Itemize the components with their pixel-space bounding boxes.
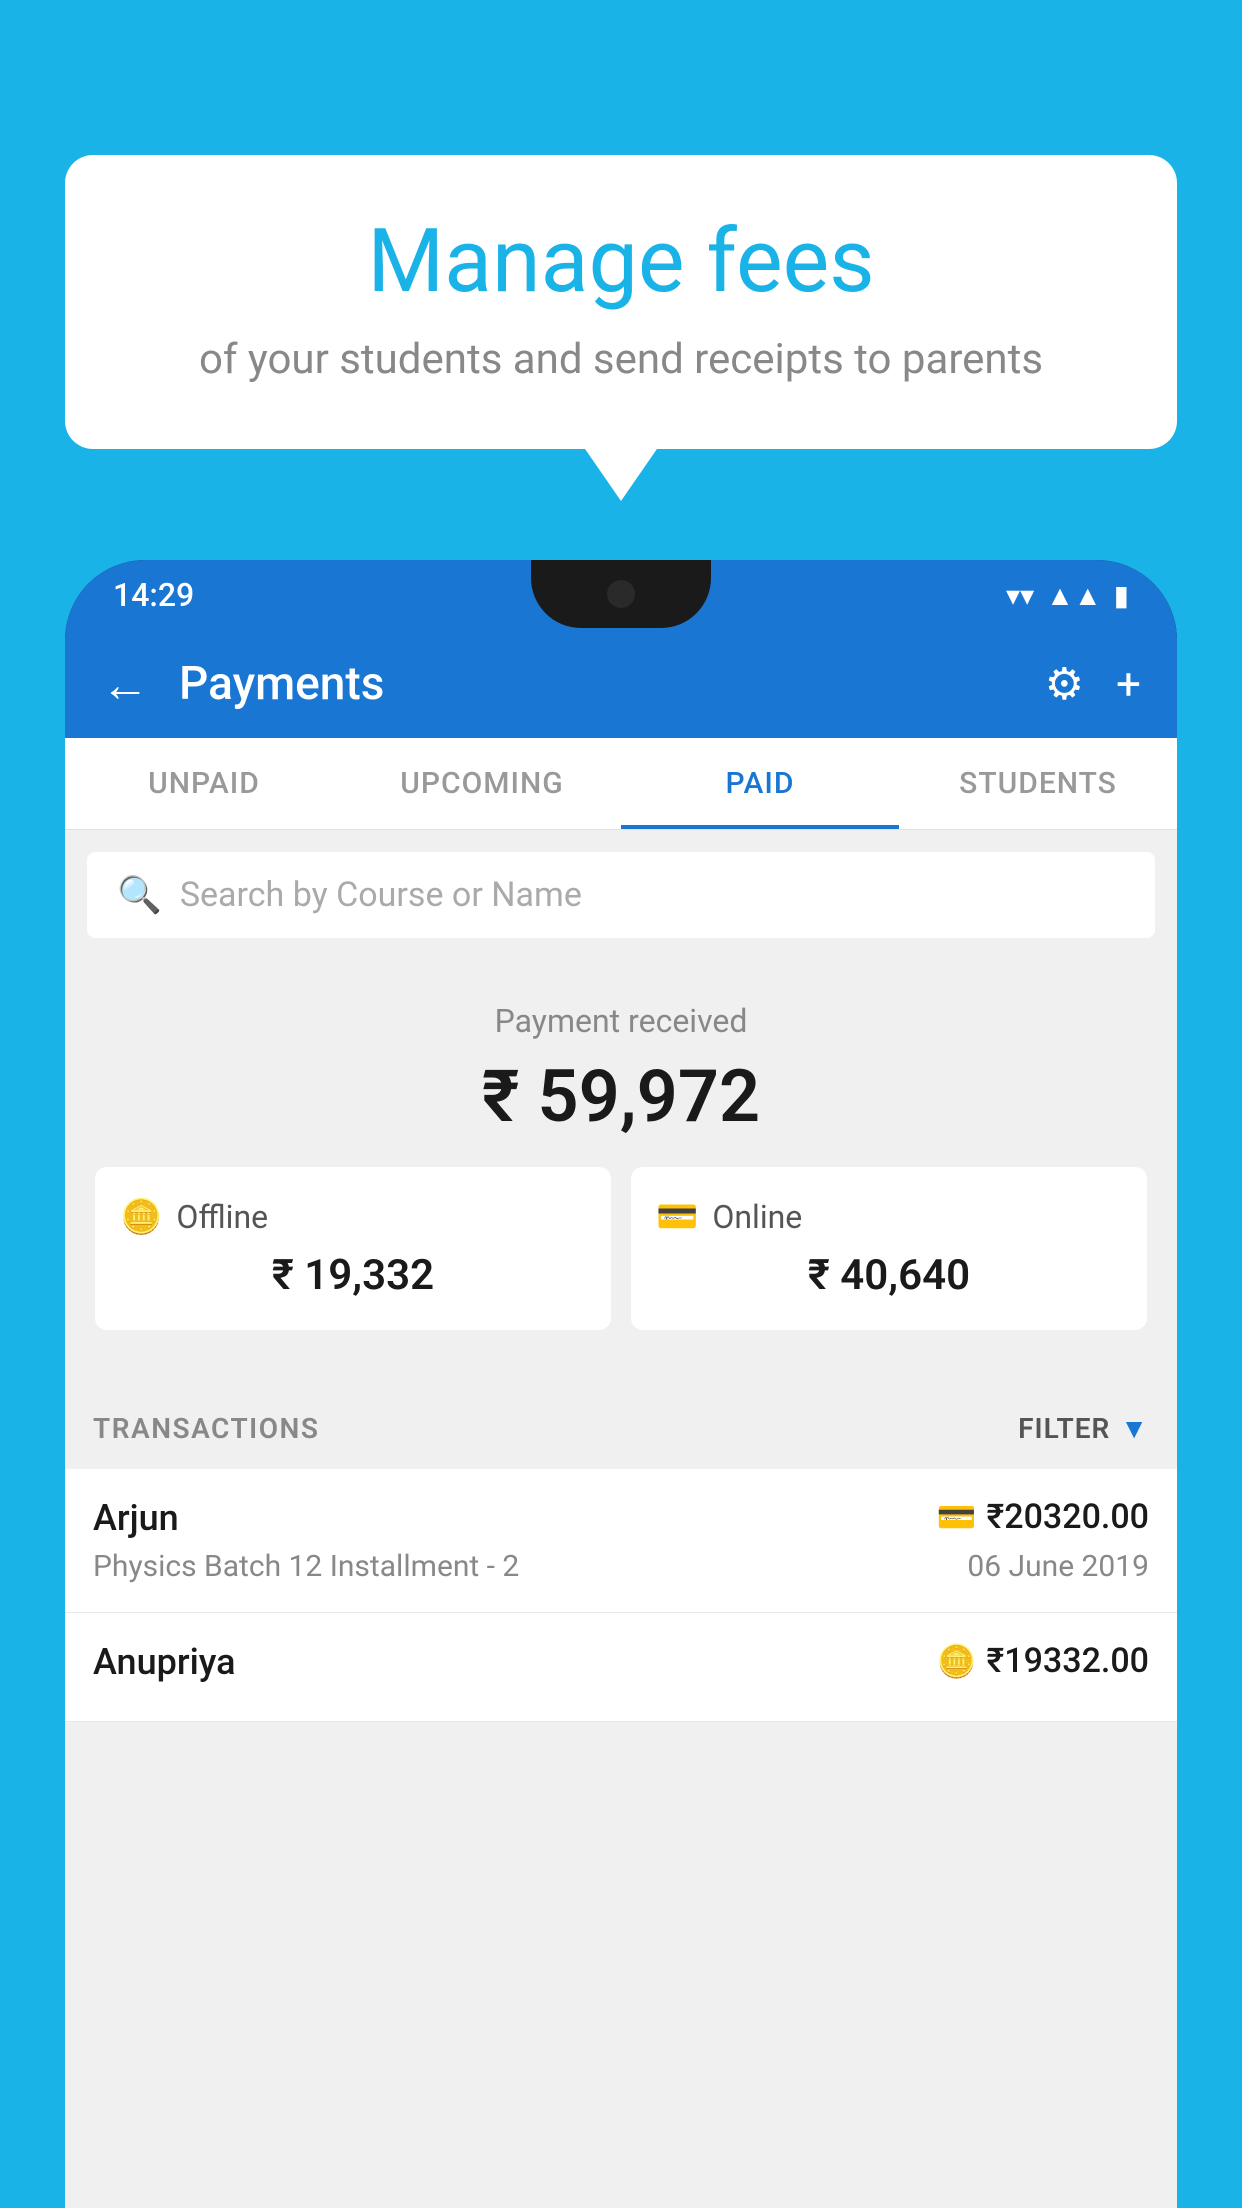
search-placeholder: Search by Course or Name (180, 875, 582, 915)
tab-paid[interactable]: PAID (621, 738, 899, 829)
transaction-amount-1: 💳 ₹20320.00 (937, 1497, 1149, 1537)
transaction-amount-2: 🪙 ₹19332.00 (937, 1641, 1149, 1681)
speech-bubble-container: Manage fees of your students and send re… (65, 155, 1177, 449)
signal-icon: ▲▲ (1046, 579, 1101, 612)
payment-type-icon-2: 🪙 (937, 1642, 977, 1680)
wifi-icon: ▾▾ (1006, 579, 1034, 612)
transaction-details-1: Physics Batch 12 Installment - 2 06 June… (93, 1549, 1149, 1584)
transaction-course-1: Physics Batch 12 Installment - 2 (93, 1549, 519, 1584)
tab-upcoming[interactable]: UPCOMING (343, 738, 621, 829)
offline-amount: ₹ 19,332 (120, 1251, 586, 1300)
settings-icon[interactable]: ⚙ (1045, 658, 1084, 710)
payment-summary: Payment received ₹ 59,972 🪙 Offline ₹ 19… (65, 960, 1177, 1388)
manage-fees-title: Manage fees (125, 210, 1117, 313)
phone-mockup: 14:29 ▾▾ ▲▲ ▮ ← Payments ⚙ + UNPAID UPCO… (65, 560, 1177, 2208)
phone-body: 14:29 ▾▾ ▲▲ ▮ ← Payments ⚙ + UNPAID UPCO… (65, 560, 1177, 2208)
tab-bar: UNPAID UPCOMING PAID STUDENTS (65, 738, 1177, 830)
screen-content: 🔍 Search by Course or Name Payment recei… (65, 830, 1177, 2208)
offline-label: Offline (176, 1198, 268, 1236)
transaction-row-2: Anupriya 🪙 ₹19332.00 (93, 1641, 1149, 1693)
payment-total-amount: ₹ 59,972 (95, 1054, 1147, 1139)
transaction-amount-value-1: ₹20320.00 (987, 1497, 1149, 1537)
transaction-amount-value-2: ₹19332.00 (987, 1641, 1149, 1681)
transaction-item-anupriya[interactable]: Anupriya 🪙 ₹19332.00 (65, 1613, 1177, 1722)
app-bar-title: Payments (179, 657, 1015, 711)
online-card: 💳 Online ₹ 40,640 (631, 1167, 1147, 1330)
offline-card: 🪙 Offline ₹ 19,332 (95, 1167, 611, 1330)
offline-icon: 🪙 (120, 1197, 162, 1237)
filter-button[interactable]: FILTER ▼ (1018, 1412, 1149, 1445)
transaction-name-1: Arjun (93, 1497, 179, 1539)
transaction-name-2: Anupriya (93, 1641, 236, 1683)
tab-unpaid[interactable]: UNPAID (65, 738, 343, 829)
online-icon: 💳 (656, 1197, 698, 1237)
back-button[interactable]: ← (101, 656, 149, 713)
tab-students[interactable]: STUDENTS (899, 738, 1177, 829)
transactions-header: TRANSACTIONS FILTER ▼ (65, 1388, 1177, 1469)
manage-fees-subtitle: of your students and send receipts to pa… (125, 335, 1117, 384)
payment-cards: 🪙 Offline ₹ 19,332 💳 Online ₹ 40,640 (95, 1167, 1147, 1330)
status-time: 14:29 (113, 576, 194, 614)
search-bar[interactable]: 🔍 Search by Course or Name (87, 852, 1155, 938)
online-amount: ₹ 40,640 (656, 1251, 1122, 1300)
filter-icon: ▼ (1120, 1412, 1149, 1445)
transactions-label: TRANSACTIONS (93, 1412, 319, 1445)
search-icon: 🔍 (117, 874, 162, 916)
battery-icon: ▮ (1114, 579, 1129, 612)
online-card-header: 💳 Online (656, 1197, 1122, 1237)
transaction-date-1: 06 June 2019 (967, 1549, 1149, 1584)
app-bar-actions: ⚙ + (1045, 658, 1141, 710)
payment-type-icon-1: 💳 (937, 1498, 977, 1536)
offline-card-header: 🪙 Offline (120, 1197, 586, 1237)
add-icon[interactable]: + (1116, 658, 1141, 710)
app-bar: ← Payments ⚙ + (65, 630, 1177, 738)
transaction-item-arjun[interactable]: Arjun 💳 ₹20320.00 Physics Batch 12 Insta… (65, 1469, 1177, 1613)
payment-received-label: Payment received (95, 1002, 1147, 1040)
status-icons: ▾▾ ▲▲ ▮ (1006, 579, 1129, 612)
online-label: Online (712, 1198, 802, 1236)
phone-camera (607, 580, 635, 608)
speech-bubble: Manage fees of your students and send re… (65, 155, 1177, 449)
transaction-row-1: Arjun 💳 ₹20320.00 (93, 1497, 1149, 1549)
filter-label-text: FILTER (1018, 1412, 1110, 1445)
